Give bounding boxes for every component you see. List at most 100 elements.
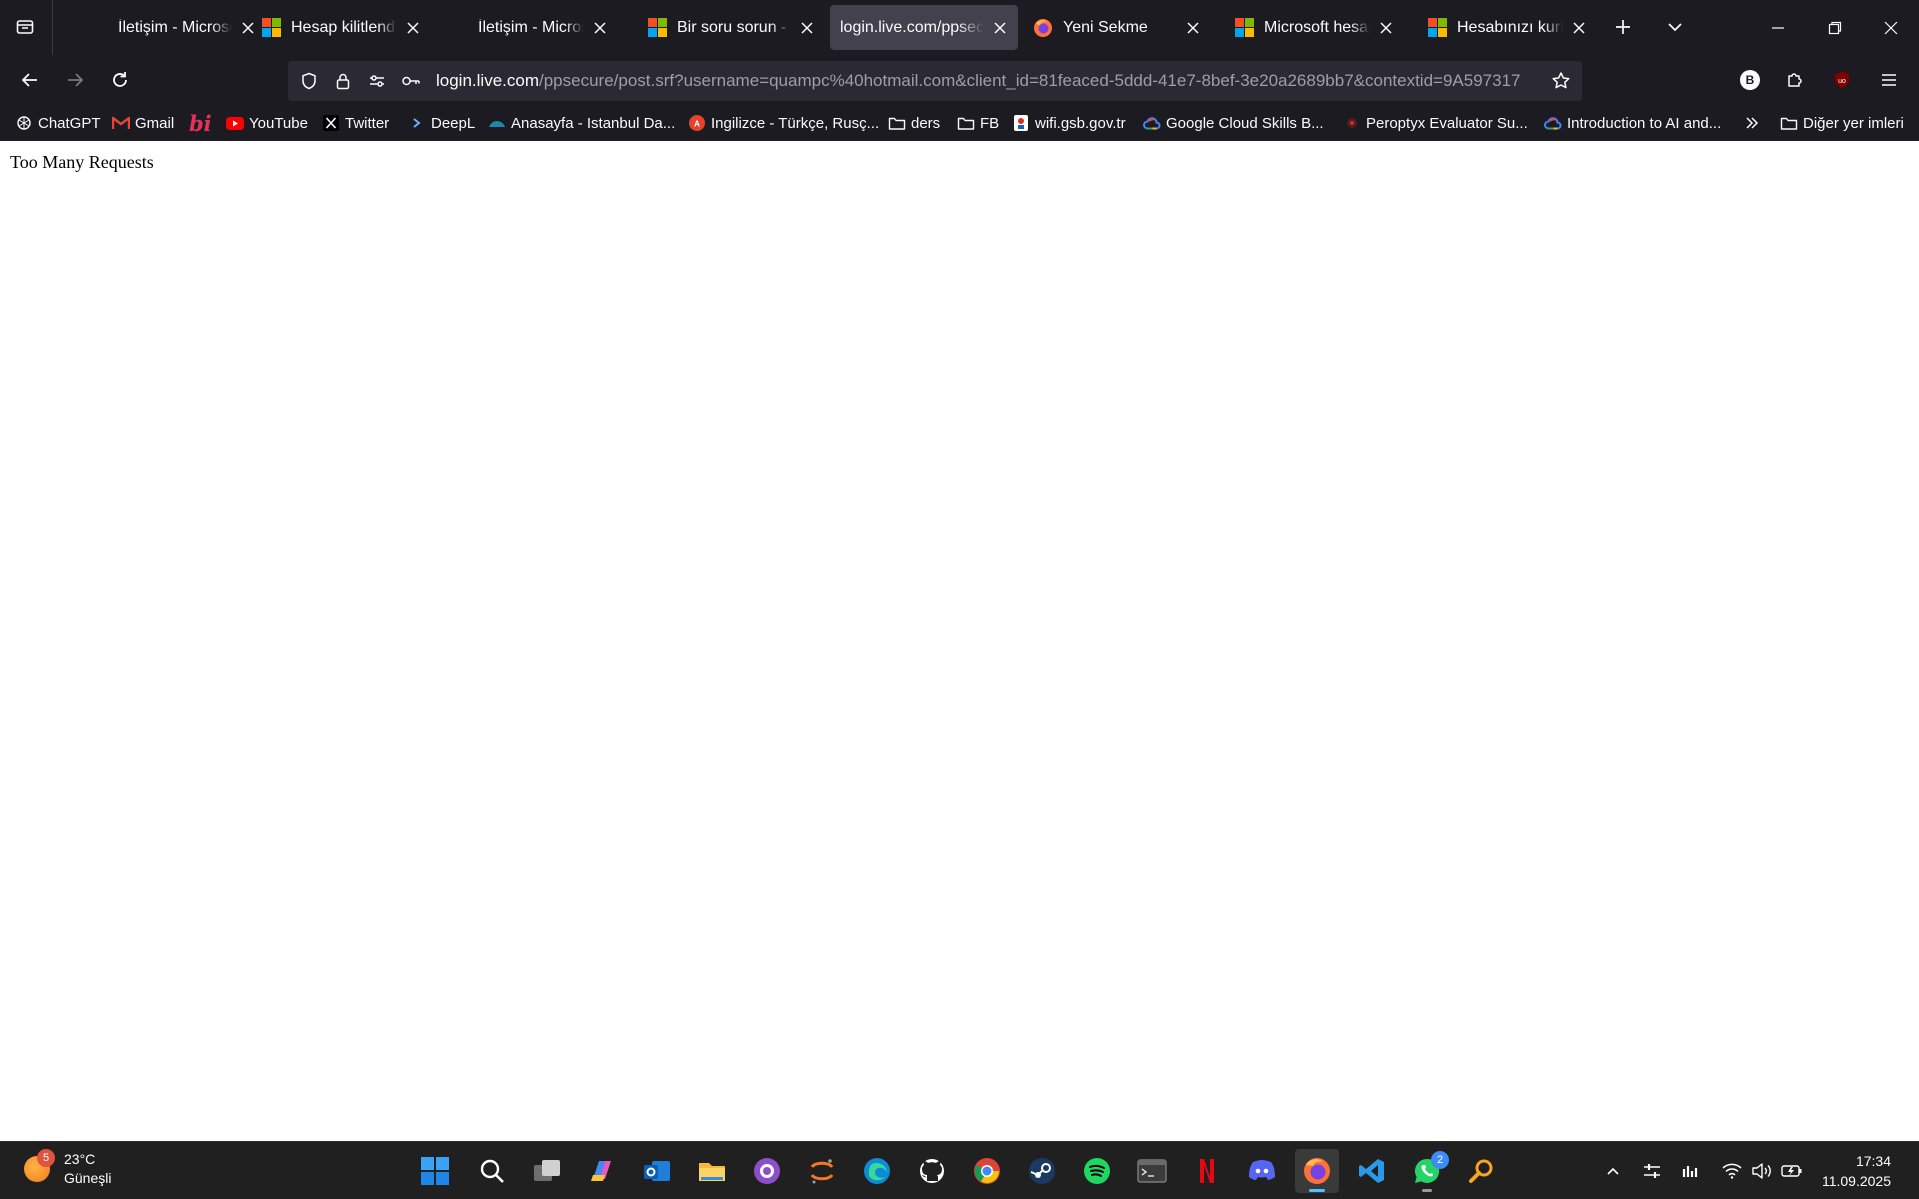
- istanbul-icon: [488, 114, 506, 132]
- tab-bir-soru-sorun[interactable]: Bir soru sorun - Microsoft: [637, 5, 825, 50]
- bookmark-youtube[interactable]: YouTube: [226, 109, 308, 137]
- bookmark-wifi-gsb[interactable]: wifi.gsb.gov.tr: [1012, 109, 1126, 137]
- tab-login-live-active[interactable]: login.live.com/ppsecure: [830, 5, 1018, 50]
- menu-hamburger-icon[interactable]: [1871, 62, 1907, 98]
- tray-audio-meter-icon[interactable]: [1679, 1159, 1703, 1183]
- list-all-tabs-chevron-icon[interactable]: [1658, 10, 1692, 44]
- close-icon[interactable]: [990, 18, 1010, 38]
- x-icon: [322, 114, 340, 132]
- tab-title: Hesap kilitlendi - Microsoft: [291, 18, 397, 36]
- close-icon[interactable]: [590, 18, 610, 38]
- close-icon[interactable]: [1183, 18, 1203, 38]
- bookmark-peroptyx[interactable]: Peroptyx Evaluator Su...: [1343, 109, 1528, 137]
- close-icon[interactable]: [1569, 18, 1589, 38]
- sun-icon: 5: [24, 1149, 55, 1182]
- tab-iletisim-1[interactable]: İletişim - Microsoft: [78, 5, 266, 50]
- bookmark-ingilizce[interactable]: A Ingilizce - Türkçe, Rusç...: [688, 109, 879, 137]
- edge-icon[interactable]: [855, 1149, 899, 1193]
- permissions-sliders-icon[interactable]: [360, 64, 394, 98]
- url-path: /ppsecure/post.srf?username=quampc%40hot…: [539, 71, 1521, 90]
- copilot-icon[interactable]: [580, 1149, 624, 1193]
- system-clock[interactable]: 17:34 11.09.2025: [1822, 1151, 1891, 1191]
- firefox-taskbar-icon[interactable]: [1295, 1149, 1339, 1193]
- tab-hesabinizi-kurtarin[interactable]: Hesabınızı kurtarın: [1417, 5, 1597, 50]
- tab-microsoft-hesap[interactable]: Microsoft hesap kurtarma: [1224, 5, 1404, 50]
- new-tab-plus-icon[interactable]: [1606, 10, 1640, 44]
- extension-b-icon[interactable]: B: [1732, 62, 1768, 98]
- show-hidden-icons-chevron-icon[interactable]: [1601, 1159, 1625, 1183]
- tab-yeni-sekme[interactable]: Yeni Sekme: [1023, 5, 1211, 50]
- tab-title: İletişim - Microsoft: [118, 18, 232, 36]
- discord-icon[interactable]: [1240, 1149, 1284, 1193]
- bookmark-label: Gmail: [135, 114, 175, 132]
- tab-iletisim-2[interactable]: İletişim - Microsoft: [438, 5, 618, 50]
- outlook-icon[interactable]: [635, 1149, 679, 1193]
- tab-title: Yeni Sekme: [1063, 18, 1148, 36]
- youtube-icon: [226, 114, 244, 132]
- bookmark-gmail[interactable]: Gmail: [112, 109, 174, 137]
- lock-icon[interactable]: [326, 64, 360, 98]
- minimize-icon[interactable]: [1750, 0, 1806, 55]
- back-arrow-icon[interactable]: [12, 62, 48, 98]
- bookmark-istanbul[interactable]: Anasayfa - Istanbul Da...: [488, 109, 675, 137]
- search-icon[interactable]: [470, 1149, 514, 1193]
- tracking-protection-shield-icon[interactable]: [292, 64, 326, 98]
- more-bookmarks-chevron-icon[interactable]: [1744, 109, 1760, 137]
- file-explorer-icon[interactable]: [690, 1149, 734, 1193]
- netflix-icon[interactable]: [1185, 1149, 1229, 1193]
- vscode-icon[interactable]: [1350, 1149, 1394, 1193]
- battery-charging-icon[interactable]: [1780, 1159, 1804, 1183]
- windows-start-icon[interactable]: [413, 1149, 457, 1193]
- bookmark-label: Anasayfa - Istanbul Da...: [511, 114, 676, 132]
- microsoft-logo-icon: [1427, 18, 1447, 38]
- bookmark-star-icon[interactable]: [1544, 64, 1578, 98]
- bookmark-folder-ders[interactable]: ders: [888, 109, 940, 137]
- ublock-origin-icon[interactable]: uo: [1824, 62, 1860, 98]
- other-bookmarks-folder[interactable]: Diğer yer imleri: [1780, 109, 1904, 137]
- search-magnifier-icon[interactable]: [1460, 1149, 1504, 1193]
- volume-icon[interactable]: [1750, 1159, 1774, 1183]
- github-desktop-icon[interactable]: [745, 1149, 789, 1193]
- close-icon[interactable]: [1376, 18, 1396, 38]
- weather-temperature: 23°C: [64, 1151, 96, 1167]
- folder-icon: [1780, 114, 1798, 132]
- openai-icon: [15, 114, 33, 132]
- spotify-icon[interactable]: [1075, 1149, 1119, 1193]
- bookmark-bi[interactable]: bi: [189, 109, 212, 137]
- tab-title: İletişim - Microsoft: [478, 18, 584, 36]
- bookmark-folder-fb[interactable]: FB: [957, 109, 999, 137]
- windows-taskbar: 5 23°C Güneşli 2 17:34 11.09.2025: [0, 1141, 1919, 1199]
- wifi-icon[interactable]: [1720, 1159, 1744, 1183]
- bookmark-twitter[interactable]: Twitter: [322, 109, 389, 137]
- close-icon[interactable]: [797, 18, 817, 38]
- close-icon[interactable]: [403, 18, 423, 38]
- restore-icon[interactable]: [1807, 0, 1863, 55]
- tab-list-icon[interactable]: [8, 10, 42, 44]
- bookmark-google-cloud-skills[interactable]: Google Cloud Skills B...: [1143, 109, 1324, 137]
- address-bar[interactable]: login.live.com/ppsecure/post.srf?usernam…: [288, 61, 1582, 101]
- forward-arrow-icon[interactable]: [57, 62, 93, 98]
- bookmark-label: ders: [911, 114, 941, 132]
- page-content: Too Many Requests: [0, 141, 1919, 1141]
- whatsapp-icon[interactable]: 2: [1405, 1149, 1449, 1193]
- reload-icon[interactable]: [102, 62, 138, 98]
- bookmark-label: DeepL: [431, 114, 476, 132]
- key-icon[interactable]: [394, 64, 428, 98]
- tab-hesap-kilitlendi[interactable]: Hesap kilitlendi - Microsoft: [251, 5, 431, 50]
- extensions-puzzle-icon[interactable]: [1777, 62, 1813, 98]
- gsb-icon: [1012, 114, 1030, 132]
- terminal-icon[interactable]: [1130, 1149, 1174, 1193]
- steam-icon[interactable]: [1020, 1149, 1064, 1193]
- peroptyx-icon: [1343, 114, 1361, 132]
- jupyter-icon[interactable]: [800, 1149, 844, 1193]
- chrome-icon[interactable]: [965, 1149, 1009, 1193]
- close-window-icon[interactable]: [1863, 0, 1919, 55]
- weather-widget[interactable]: 5 23°C Güneşli: [24, 1149, 111, 1188]
- tray-settings-sliders-icon[interactable]: [1640, 1159, 1664, 1183]
- bookmark-introduction-to-ai[interactable]: Introduction to AI and...: [1544, 109, 1721, 137]
- bookmark-deepl[interactable]: DeepL: [408, 109, 475, 137]
- github-icon[interactable]: [910, 1149, 954, 1193]
- url-text[interactable]: login.live.com/ppsecure/post.srf?usernam…: [436, 71, 1536, 91]
- task-view-icon[interactable]: [525, 1149, 569, 1193]
- bookmark-chatgpt[interactable]: ChatGPT: [15, 109, 101, 137]
